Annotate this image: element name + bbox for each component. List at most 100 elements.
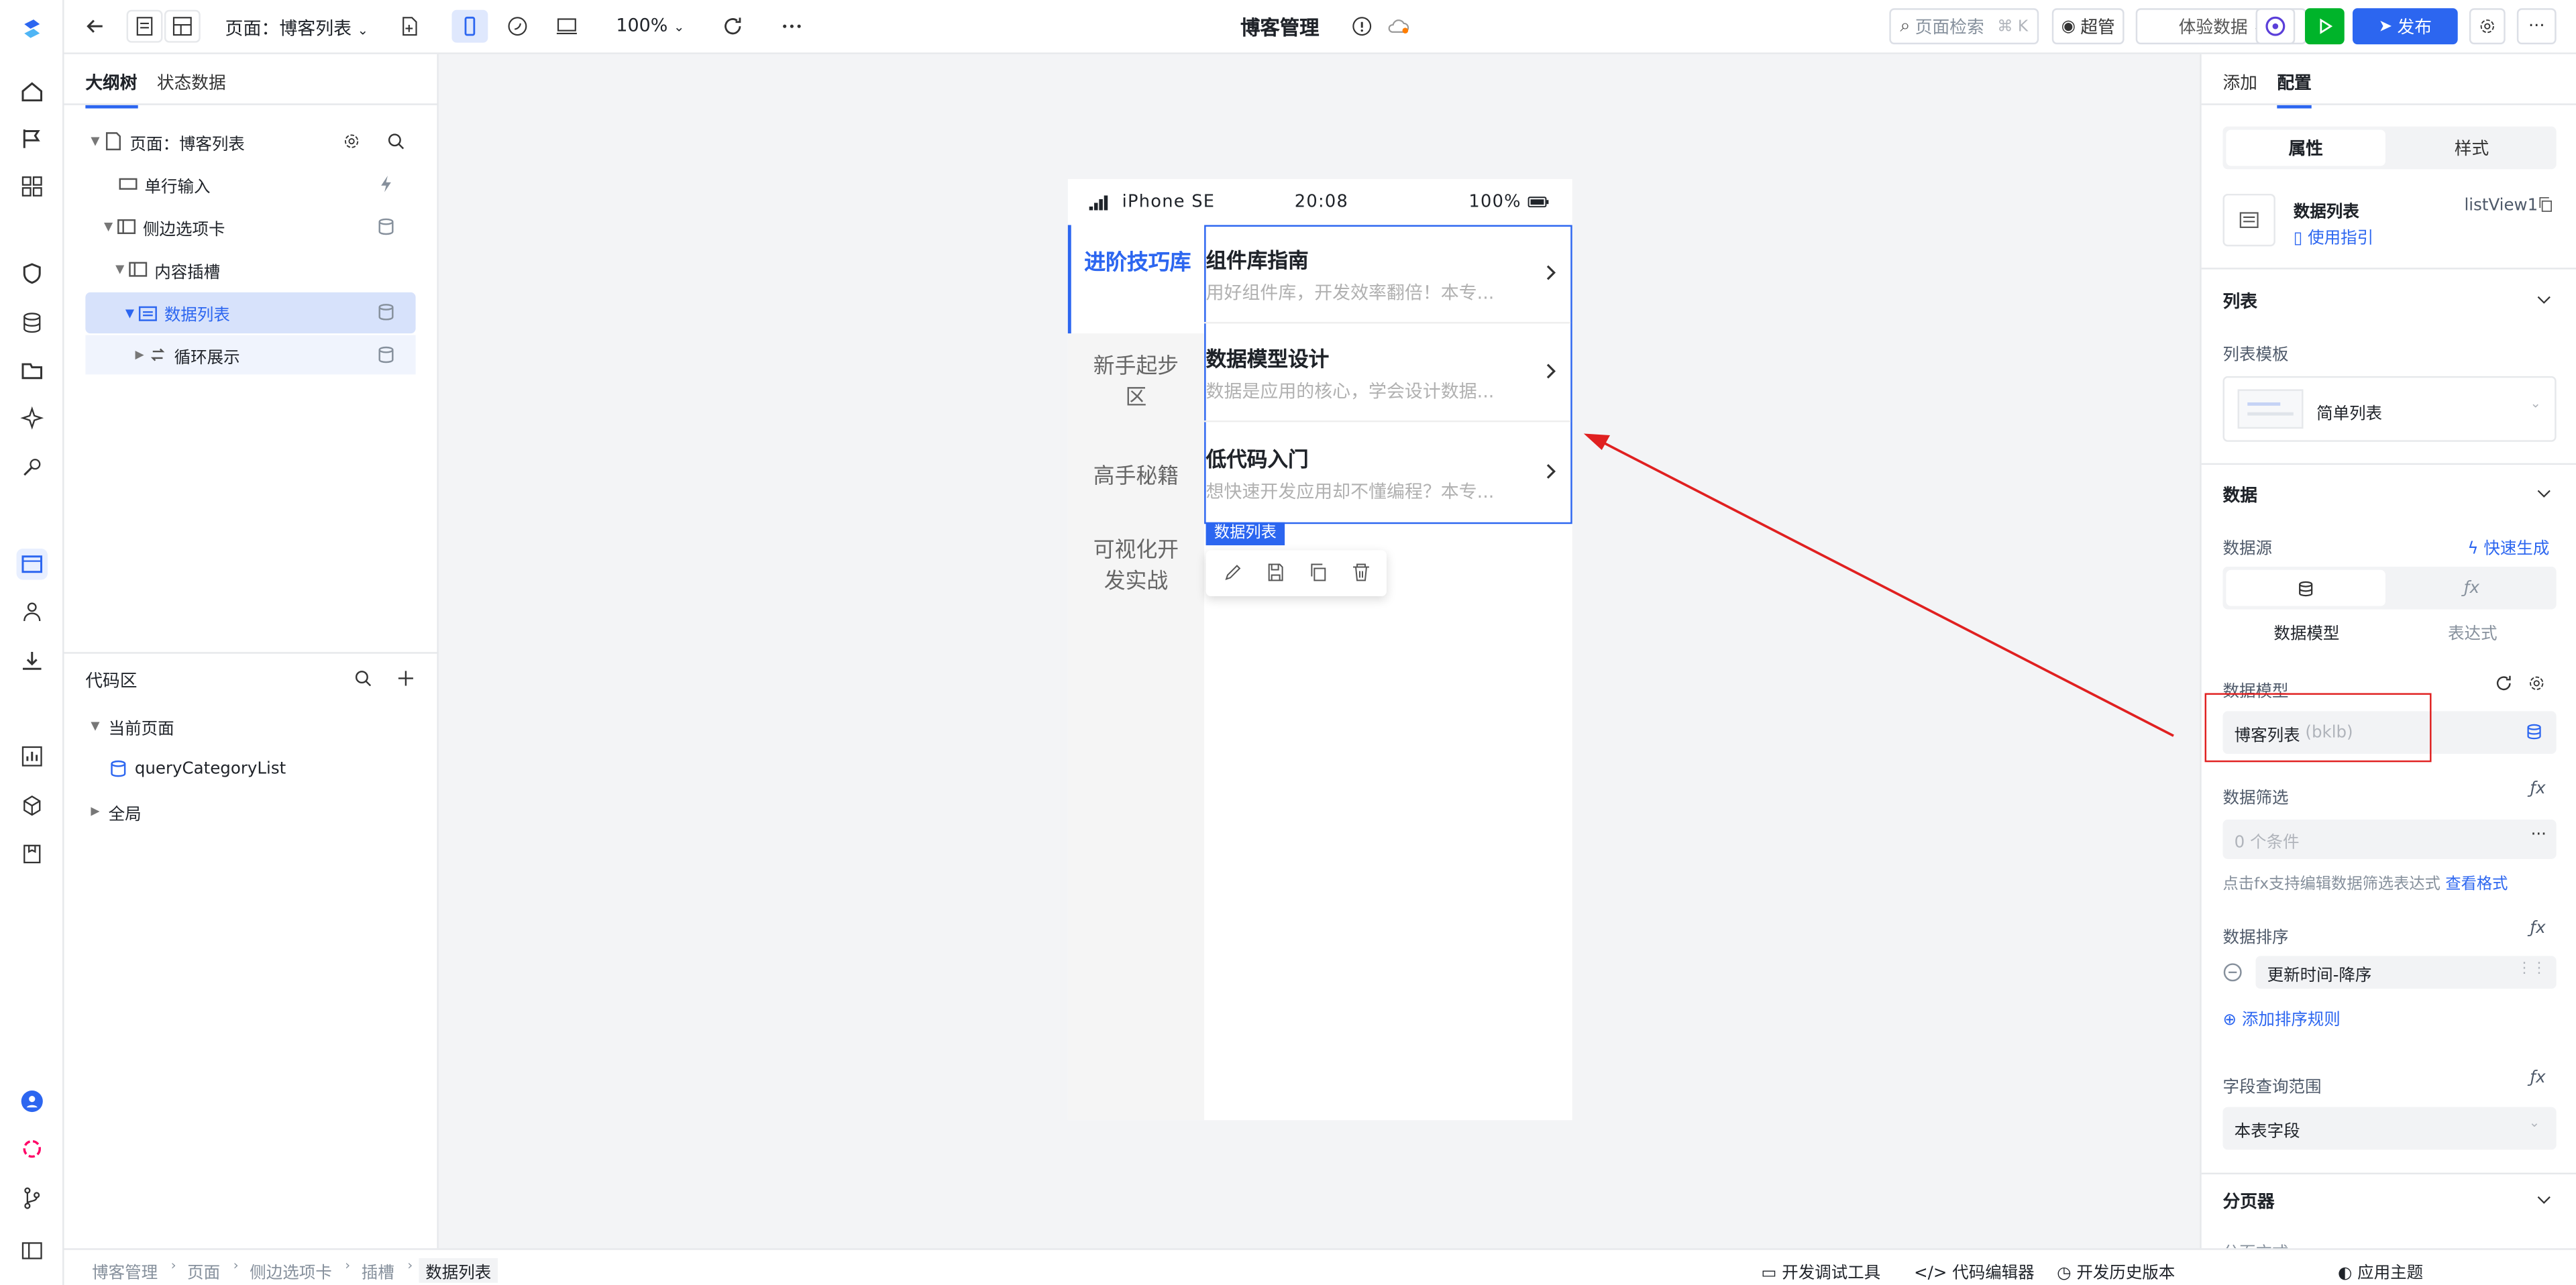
remove-circle-icon[interactable] [2222, 962, 2242, 982]
component-guide-link[interactable]: ▯ 使用指引 [2294, 223, 2373, 248]
breadcrumb-item[interactable]: 插槽 [362, 1258, 394, 1283]
copy-icon[interactable] [1307, 562, 1329, 583]
tab-add[interactable]: 添加 [2222, 70, 2257, 108]
list-item[interactable]: 组件库指南 用好组件库，开发效率翻倍！本专... [1204, 225, 1571, 324]
tab-outline-tree[interactable]: 大纲树 [85, 70, 138, 109]
fx-icon[interactable]: ƒx [2530, 919, 2545, 938]
add-page-icon[interactable] [391, 10, 427, 43]
shield-icon[interactable] [16, 258, 48, 289]
user-button[interactable]: ◉ 超管 [2051, 8, 2125, 45]
zoom-selector[interactable]: 100% ⌄ [616, 15, 684, 36]
more-button[interactable]: ··· [2516, 8, 2557, 45]
quick-generate-link[interactable]: ϟ 快速生成 [2467, 534, 2549, 559]
section-list-title[interactable]: 列表 [2222, 289, 2257, 314]
deploy-icon[interactable] [16, 645, 48, 677]
refresh-icon[interactable] [714, 10, 751, 43]
collapse-sidebar-icon[interactable] [16, 1235, 48, 1267]
desktop-device-icon[interactable] [549, 10, 585, 43]
side-tab-2[interactable]: 高手秘籍 [1068, 461, 1204, 493]
search-icon[interactable] [354, 669, 373, 688]
drag-handle-icon[interactable]: ⋮⋮ [2517, 961, 2546, 977]
info-icon[interactable] [1344, 10, 1380, 43]
breadcrumb-current[interactable]: 数据列表 [419, 1258, 498, 1283]
gear-icon[interactable] [341, 131, 361, 151]
tree-node-page[interactable]: ▼ 页面：博客列表 [87, 121, 416, 161]
code-node-global[interactable]: ▶ 全局 [87, 791, 141, 831]
tree-node-text-input[interactable]: 单行输入 [118, 164, 415, 204]
list-item[interactable]: 低代码入门 想快速开发应用却不懂编程？本专... [1204, 424, 1570, 522]
page-view-icon[interactable] [126, 9, 163, 43]
tab-state-data[interactable]: 状态数据 [157, 70, 226, 108]
flag-icon[interactable] [16, 123, 48, 155]
app-theme-button[interactable]: ◐ 应用主题 [2338, 1258, 2423, 1283]
code-node-query[interactable]: queryCategoryList [109, 749, 286, 789]
side-tab-1[interactable]: 新手起步区 [1068, 351, 1204, 414]
delete-icon[interactable] [1350, 562, 1372, 583]
app-logo-icon[interactable] [16, 13, 48, 45]
gear-icon[interactable] [2527, 673, 2546, 693]
view-format-link[interactable]: 查看格式 [2445, 875, 2508, 893]
run-button[interactable] [2304, 8, 2345, 45]
chevron-down-icon[interactable] [2536, 486, 2551, 501]
segment-data-model[interactable] [2226, 569, 2385, 606]
segment-props[interactable]: 属性 [2226, 129, 2385, 166]
segment-expression[interactable]: ƒx [2392, 570, 2552, 606]
search-icon[interactable] [386, 131, 406, 151]
code-editor-button[interactable]: </> 代码编辑器 [1914, 1258, 2035, 1283]
chevron-down-icon[interactable] [2536, 1192, 2551, 1207]
side-tab-3[interactable]: 可视化开发实战 [1068, 535, 1204, 598]
list-template-select[interactable]: 简单列表 ⌄ [2222, 376, 2557, 442]
breadcrumb-item[interactable]: 页面 [187, 1258, 220, 1283]
save-icon[interactable] [1265, 562, 1287, 583]
breadcrumb-item[interactable]: 侧边选项卡 [250, 1258, 331, 1283]
sort-rule-field[interactable]: 更新时间-降序 ⋮⋮ [2255, 956, 2557, 989]
code-node-current-page[interactable]: ▼ 当前页面 [87, 706, 174, 746]
folder-icon[interactable] [16, 355, 48, 386]
plus-icon[interactable] [396, 669, 415, 688]
refresh-icon[interactable] [2494, 673, 2514, 693]
section-pager-title[interactable]: 分页器 [2222, 1189, 2274, 1214]
ai-assistant-icon[interactable] [16, 1133, 48, 1165]
settings-button[interactable] [2469, 8, 2506, 45]
list-item[interactable]: 数据模型设计 数据是应用的核心，学会设计数据... [1204, 323, 1571, 423]
branch-icon[interactable] [16, 1182, 48, 1214]
add-sort-rule-link[interactable]: ⊕ 添加排序规则 [2222, 1005, 2340, 1030]
users-icon[interactable] [16, 596, 48, 628]
history-button[interactable]: ◷ 开发历史版本 [2057, 1258, 2175, 1283]
copy-icon[interactable] [2536, 195, 2555, 213]
more-dots-icon[interactable] [773, 10, 810, 43]
publish-button[interactable]: ➤ 发布 [2352, 8, 2458, 45]
database-icon[interactable] [16, 307, 48, 339]
mobile-device-icon[interactable] [451, 9, 488, 43]
edit-pencil-icon[interactable] [1222, 562, 1244, 583]
field-range-select[interactable]: 本表字段 ⌄ [2222, 1107, 2557, 1150]
side-tab-0[interactable]: 进阶技巧库 [1067, 225, 1205, 334]
plugin-icon[interactable] [16, 451, 48, 483]
preview-eye-button[interactable] [2255, 8, 2296, 45]
layout-view-icon[interactable] [164, 9, 201, 43]
cloud-sync-icon[interactable] [1380, 10, 1416, 43]
section-data-title[interactable]: 数据 [2222, 483, 2257, 508]
fx-icon[interactable]: ƒx [2530, 780, 2545, 798]
apps-icon[interactable] [16, 171, 48, 203]
tree-node-content-slot[interactable]: ▼ 内容插槽 [112, 249, 416, 289]
page-selector[interactable]: 页面：博客列表 ⌄ [225, 15, 369, 41]
home-icon[interactable] [16, 76, 48, 107]
fx-icon[interactable]: ƒx [2530, 1069, 2545, 1087]
segment-style[interactable]: 样式 [2392, 129, 2552, 166]
user-avatar-icon[interactable] [16, 1086, 48, 1117]
filter-field[interactable]: 0 个条件 ··· [2222, 820, 2557, 859]
chevron-down-icon[interactable] [2536, 292, 2551, 307]
dev-tools-button[interactable]: ▭ 开发调试工具 [1761, 1258, 1880, 1283]
tree-node-data-list[interactable]: ▼ 数据列表 [85, 292, 416, 334]
miniprogram-icon[interactable] [499, 10, 535, 43]
sparkle-icon[interactable] [16, 402, 48, 434]
more-dots-icon[interactable]: ··· [2531, 826, 2546, 844]
page-design-icon[interactable] [16, 548, 48, 580]
tree-node-loop[interactable]: ▶ 循环展示 [85, 335, 416, 375]
back-arrow-icon[interactable] [77, 10, 113, 43]
cube-icon[interactable] [16, 790, 48, 822]
tab-config[interactable]: 配置 [2277, 70, 2312, 109]
page-search-button[interactable]: ⌕ 页面检索 ⌘ K [1889, 8, 2039, 45]
tree-node-side-tabs[interactable]: ▼ 侧边选项卡 [100, 207, 415, 247]
